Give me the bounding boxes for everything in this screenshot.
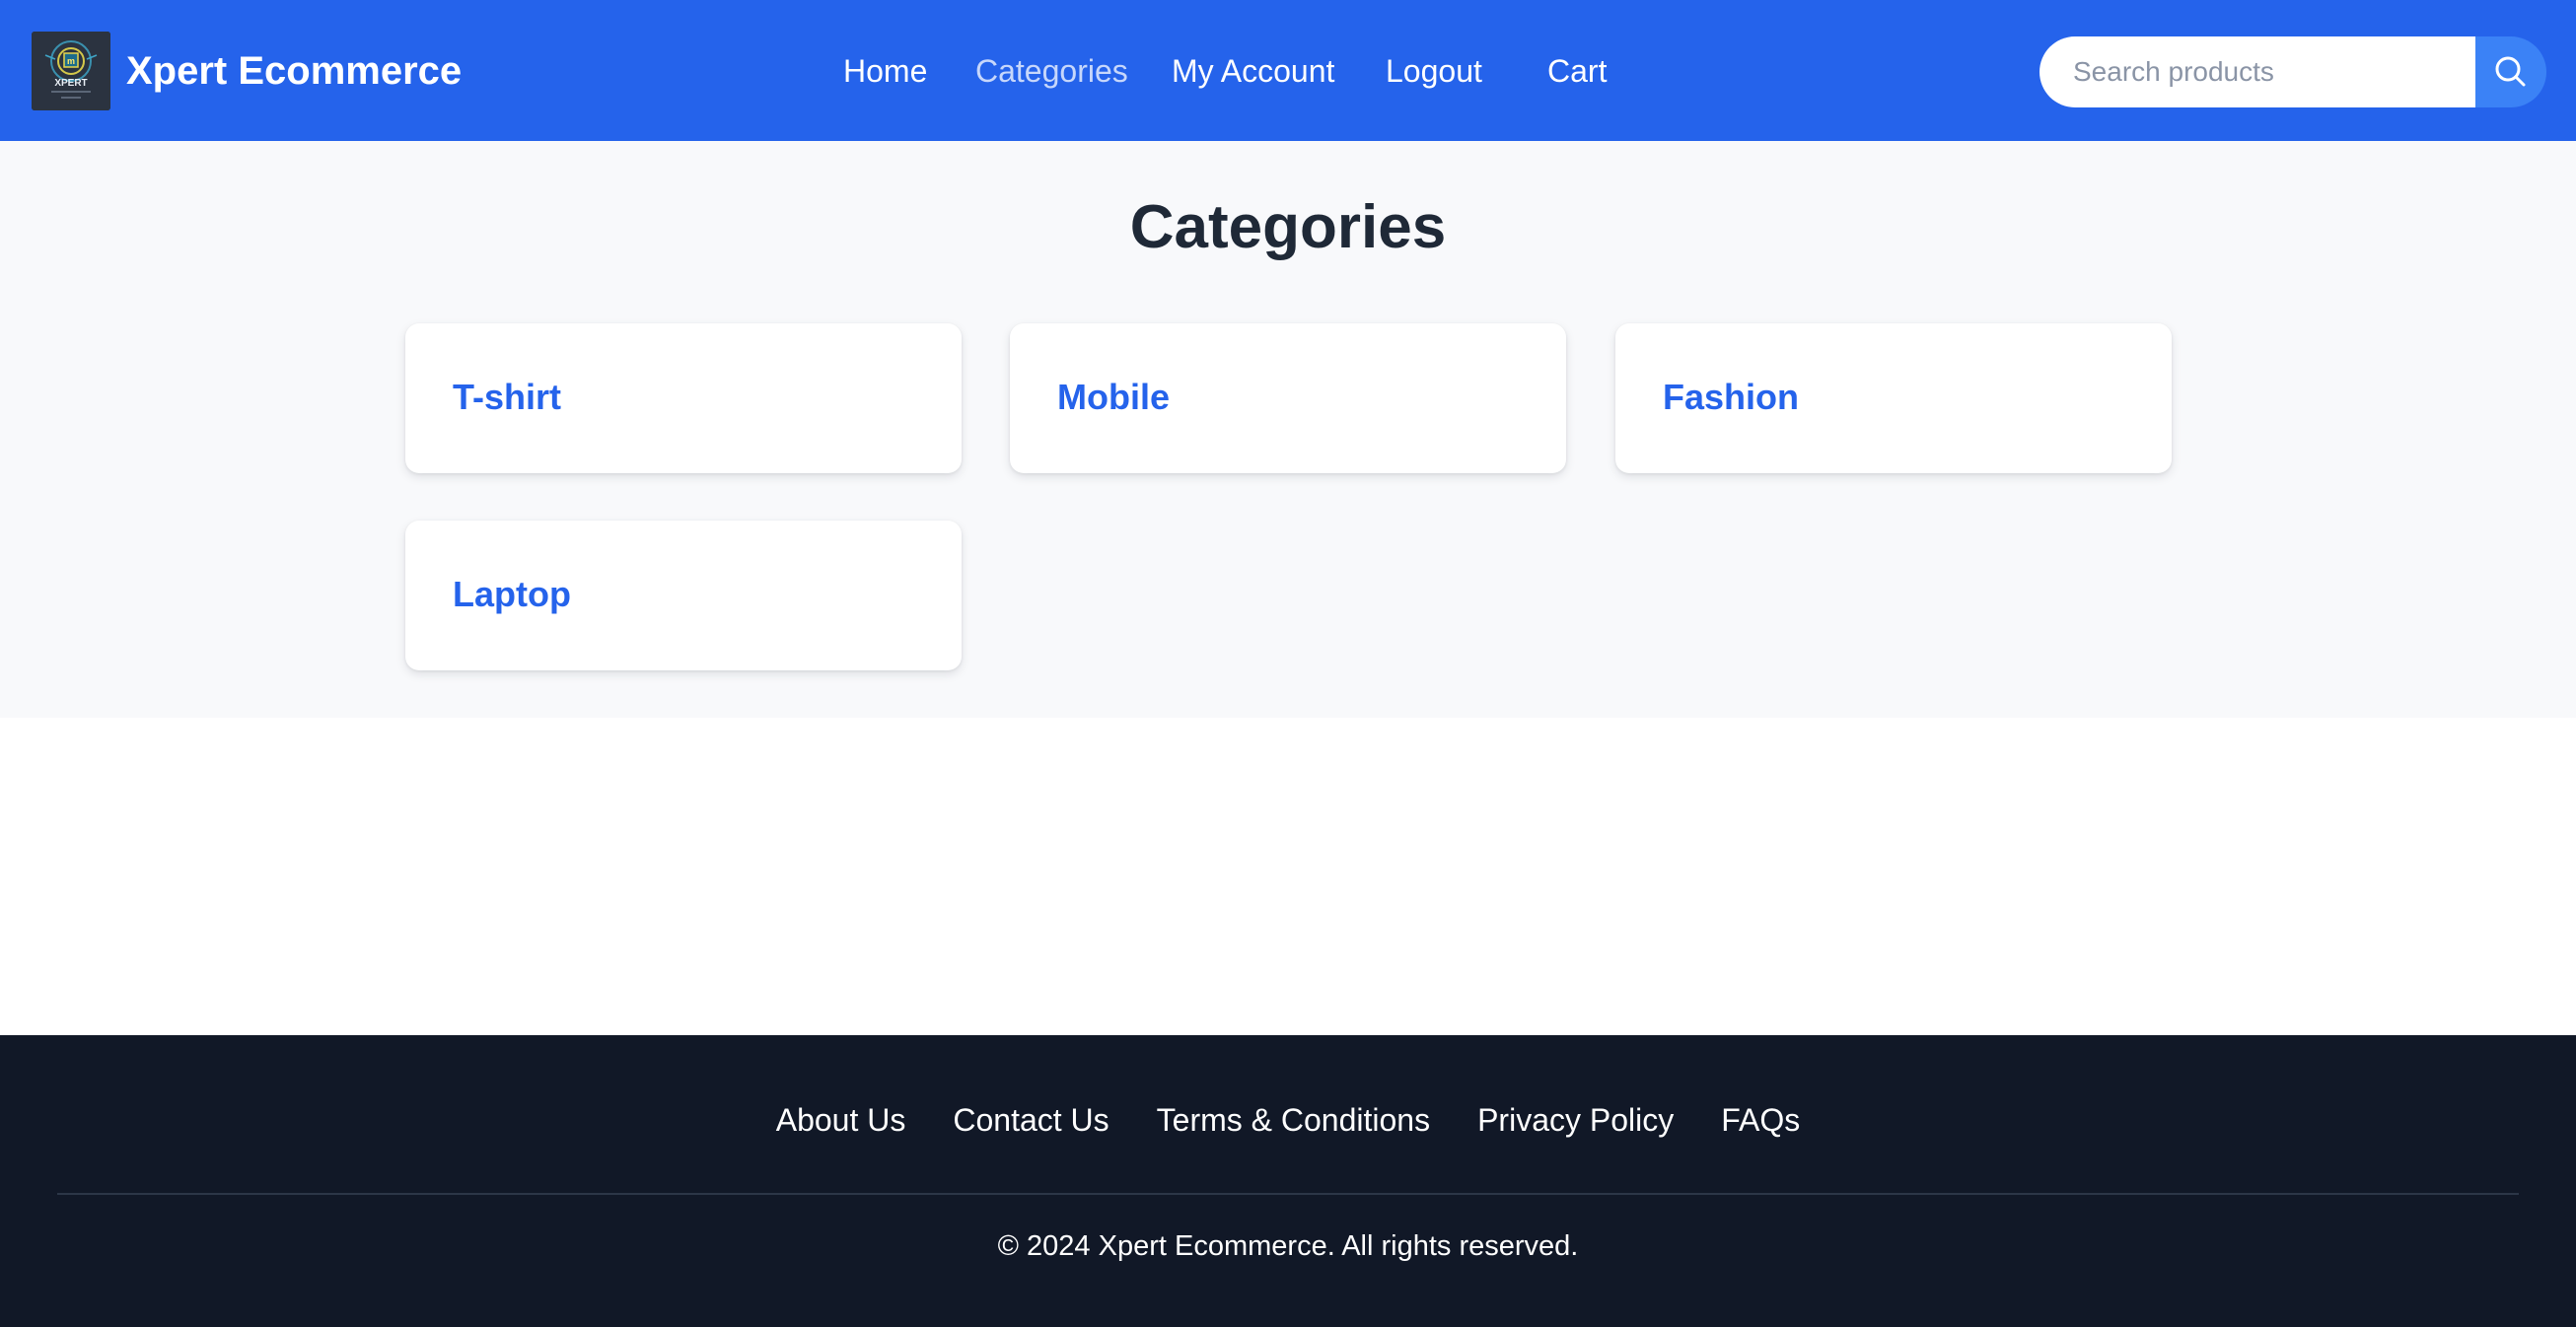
brand-name[interactable]: Xpert Ecommerce [126, 49, 462, 94]
footer-link-terms[interactable]: Terms & Conditions [1157, 1102, 1430, 1139]
footer-nav: About Us Contact Us Terms & Conditions P… [0, 1102, 2576, 1139]
footer-link-faqs[interactable]: FAQs [1721, 1102, 1800, 1139]
categories-section: Categories T-shirt Mobile Fashion Laptop [0, 141, 2576, 718]
nav-my-account[interactable]: My Account [1172, 53, 1334, 90]
category-card-fashion[interactable]: Fashion [1615, 323, 2172, 473]
xpert-logo-icon[interactable]: m XPERT [32, 32, 110, 110]
search-button[interactable] [2475, 36, 2546, 107]
site-footer: About Us Contact Us Terms & Conditions P… [0, 1035, 2576, 1327]
category-card-laptop[interactable]: Laptop [405, 521, 962, 670]
category-card-mobile[interactable]: Mobile [1010, 323, 1566, 473]
category-label[interactable]: T-shirt [453, 377, 561, 418]
nav-categories[interactable]: Categories [975, 53, 1128, 90]
category-label[interactable]: Laptop [453, 574, 571, 615]
svg-text:XPERT: XPERT [54, 78, 87, 89]
category-label[interactable]: Mobile [1057, 377, 1170, 418]
search-icon [2495, 56, 2526, 87]
category-label[interactable]: Fashion [1663, 377, 1799, 418]
category-card-tshirt[interactable]: T-shirt [405, 323, 962, 473]
nav-logout[interactable]: Logout [1386, 53, 1482, 90]
nav-home[interactable]: Home [843, 53, 927, 90]
site-header: m XPERT Xpert Ecommerce Home Categories … [0, 0, 2576, 141]
nav-cart[interactable]: Cart [1547, 53, 1607, 90]
logo-graphic: m XPERT [32, 32, 110, 110]
footer-link-about-us[interactable]: About Us [776, 1102, 906, 1139]
svg-text:m: m [67, 56, 75, 66]
footer-link-contact-us[interactable]: Contact Us [953, 1102, 1109, 1139]
page-title: Categories [1129, 193, 1447, 261]
footer-link-privacy-policy[interactable]: Privacy Policy [1477, 1102, 1674, 1139]
copyright-text: © 2024 Xpert Ecommerce. All rights reser… [997, 1230, 1579, 1262]
footer-divider [57, 1193, 2519, 1195]
search-input[interactable] [2039, 36, 2475, 107]
